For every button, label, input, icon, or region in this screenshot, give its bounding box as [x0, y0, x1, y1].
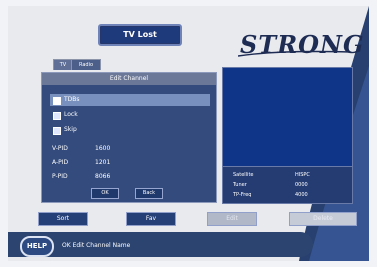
info-value: 0000 [295, 182, 308, 188]
channel-info-panel: Satellite HISPC Tuner 0000 TP-Freq 4000 [222, 166, 353, 204]
field-value: 1201 [95, 159, 111, 166]
ok-button[interactable]: OK [91, 188, 119, 199]
info-value: HISPC [295, 172, 310, 178]
field-label: P-PID [52, 173, 68, 180]
edit-button[interactable]: Edit [207, 212, 257, 226]
field-row-apid[interactable]: A-PID 1201 [50, 157, 210, 169]
sort-button[interactable]: Sort [38, 212, 88, 226]
info-label: TP-Freq [233, 192, 252, 198]
checkbox-icon [53, 112, 61, 120]
tab-tv[interactable]: TV [53, 59, 73, 70]
field-label: A-PID [52, 159, 69, 166]
edit-channel-heading: Edit Channel [42, 73, 216, 85]
option-row-skip[interactable]: Skip [50, 124, 210, 136]
checkbox-icon [53, 127, 61, 135]
info-row-satellite: Satellite HISPC [233, 170, 343, 180]
tv-screen-frame: TV Lost STRONG TV Radio Edit Channel TDB… [8, 6, 369, 261]
edit-channel-panel: Edit Channel TDBs Lock Skip V-PID 1600 A… [41, 72, 217, 203]
page-title: TV Lost [98, 24, 182, 46]
tab-radio[interactable]: Radio [71, 59, 101, 70]
field-value: 8066 [95, 173, 111, 180]
option-row-lock[interactable]: Lock [50, 109, 210, 121]
info-row-tp-freq: TP-Freq 4000 [233, 190, 343, 200]
field-row-vpid[interactable]: V-PID 1600 [50, 143, 210, 155]
help-text: OK Edit Channel Name [62, 242, 131, 249]
field-label: V-PID [52, 145, 68, 152]
checkbox-icon [53, 97, 61, 105]
fav-button[interactable]: Fav [126, 212, 176, 226]
option-label: Skip [64, 126, 77, 133]
option-label: Lock [64, 111, 78, 118]
option-row-tdbs[interactable]: TDBs [50, 94, 210, 106]
info-label: Tuner [233, 182, 247, 188]
video-preview [222, 67, 353, 167]
delete-button[interactable]: Delete [289, 212, 357, 226]
field-row-ppid[interactable]: P-PID 8066 [50, 171, 210, 183]
info-label: Satellite [233, 172, 254, 178]
field-value: 1600 [95, 145, 111, 152]
back-button[interactable]: Back [135, 188, 163, 199]
help-badge: HELP [20, 236, 54, 257]
info-row-tuner: Tuner 0000 [233, 180, 343, 190]
option-label: TDBs [64, 96, 80, 103]
info-value: 4000 [295, 192, 308, 198]
logo-underline [238, 50, 350, 57]
